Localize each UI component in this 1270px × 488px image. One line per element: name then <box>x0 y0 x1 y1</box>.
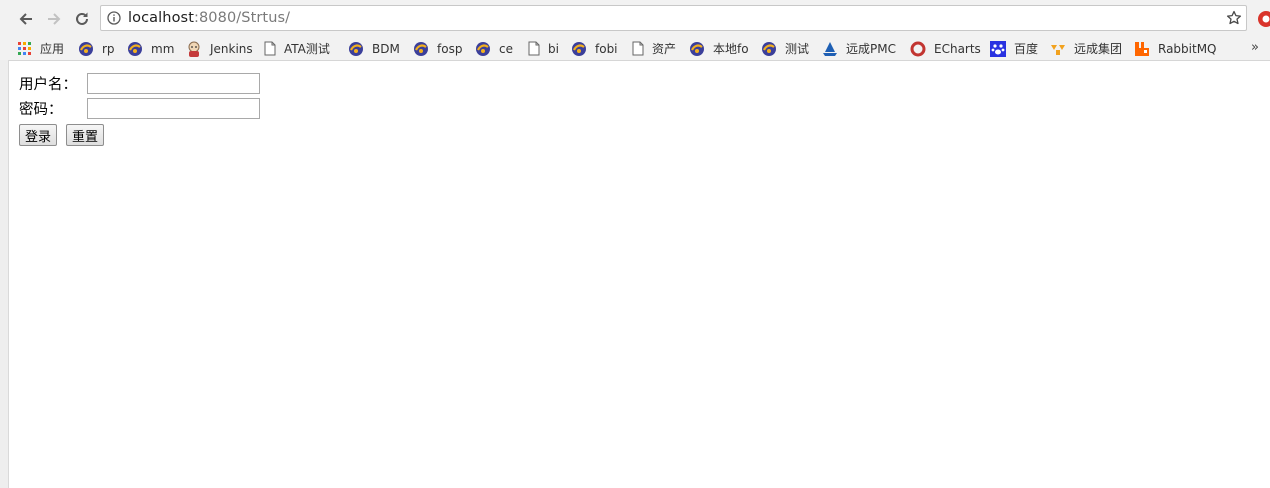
browser-toolbar: localhost:8080/Strtus/ <box>0 0 1270 37</box>
globe-bookmark-icon <box>476 41 490 56</box>
forward-button[interactable] <box>42 7 66 31</box>
bookmarks-bar: 应用 rp mm Jenkins ATA测试 BDM fosp ce bi fo… <box>0 37 1270 61</box>
bookmark-label: 测试 <box>785 42 810 56</box>
bookmark-label: bi <box>548 41 559 56</box>
rabbitmq-icon <box>1135 41 1149 56</box>
bookmark-label: fosp <box>437 41 463 56</box>
reload-button[interactable] <box>70 7 94 31</box>
url-host: localhost <box>128 10 194 26</box>
reset-button[interactable]: 重置 <box>66 124 105 146</box>
globe-bookmark-icon <box>414 41 428 56</box>
jenkins-icon <box>188 41 200 57</box>
bookmark-label: 应用 <box>40 42 65 56</box>
bookmark-yuancheng-group[interactable]: 远成集团 <box>1050 37 1122 60</box>
bookmark-fobi[interactable]: fobi <box>571 37 618 60</box>
globe-bookmark-icon <box>690 41 704 56</box>
bookmark-ata-test[interactable]: ATA测试 <box>264 37 330 60</box>
globe-bookmark-icon <box>79 41 93 56</box>
back-arrow-icon <box>19 13 32 25</box>
login-button[interactable]: 登录 <box>19 124 58 146</box>
username-label: 用户名： <box>19 77 77 93</box>
bookmark-label: 远成集团 <box>1074 42 1123 56</box>
bookmark-label: mm <box>151 41 175 56</box>
bookmark-label: BDM <box>372 41 400 56</box>
address-bar[interactable]: localhost:8080/Strtus/ <box>100 5 1247 31</box>
bookmark-fosp[interactable]: fosp <box>413 37 462 60</box>
baidu-paw-icon <box>990 40 1006 57</box>
bookmark-label: Jenkins <box>210 41 253 56</box>
page-icon <box>528 41 540 56</box>
bookmarks-more-button[interactable]: » <box>1251 40 1259 55</box>
bookmark-test[interactable]: 测试 <box>761 37 809 60</box>
bookmark-label: 百度 <box>1014 42 1039 56</box>
url-text: localhost:8080/Strtus/ <box>128 10 290 26</box>
bookmark-label: rp <box>102 41 115 56</box>
bookmark-baidu[interactable]: 百度 <box>990 37 1038 60</box>
reload-icon <box>76 12 88 25</box>
bookmark-label: ATA测试 <box>284 42 330 56</box>
bookmark-label: ECharts <box>934 41 981 56</box>
bookmark-label: 资产 <box>652 42 677 56</box>
echarts-icon <box>910 41 926 56</box>
bookmark-label: 本地fo <box>713 42 749 56</box>
bookmark-bi[interactable]: bi <box>528 37 559 60</box>
url-path: :8080/Strtus/ <box>194 10 291 26</box>
apps-grid-icon <box>18 41 31 55</box>
bookmark-echarts[interactable]: ECharts <box>910 37 981 60</box>
bookmark-yuancheng-pmc[interactable]: 远成PMC <box>822 37 896 60</box>
bookmark-mm[interactable]: mm <box>127 37 174 60</box>
window-left-edge <box>0 60 9 488</box>
star-icon[interactable] <box>1226 10 1242 26</box>
extension-icon[interactable] <box>1256 9 1270 29</box>
bookmark-local-fo[interactable]: 本地fo <box>689 37 749 60</box>
globe-bookmark-icon <box>762 41 776 56</box>
globe-bookmark-icon <box>349 41 363 56</box>
bookmark-rp[interactable]: rp <box>78 37 115 60</box>
bookmark-ce[interactable]: ce <box>475 37 513 60</box>
globe-bookmark-icon <box>572 41 586 56</box>
forward-arrow-icon <box>48 13 61 25</box>
bookmark-label: fobi <box>595 41 618 56</box>
password-label: 密码： <box>19 102 63 118</box>
back-button[interactable] <box>14 7 38 31</box>
page-icon <box>264 41 276 56</box>
bookmark-bdm[interactable]: BDM <box>348 37 400 60</box>
bookmark-apps[interactable]: 应用 <box>18 37 64 60</box>
page-icon <box>632 41 644 56</box>
bookmark-assets[interactable]: 资产 <box>632 37 676 60</box>
bookmark-rabbitmq[interactable]: RabbitMQ <box>1134 37 1217 60</box>
bookmark-jenkins[interactable]: Jenkins <box>186 37 253 60</box>
yuancheng-logo-icon <box>1051 44 1065 55</box>
globe-bookmark-icon <box>128 41 142 56</box>
info-icon <box>107 11 121 25</box>
bookmark-label: ce <box>499 41 513 56</box>
password-input[interactable] <box>87 98 260 119</box>
ship-icon <box>823 41 837 56</box>
username-input[interactable] <box>87 73 260 94</box>
bookmark-label: 远成PMC <box>846 42 896 56</box>
bookmark-label: RabbitMQ <box>1158 41 1217 56</box>
